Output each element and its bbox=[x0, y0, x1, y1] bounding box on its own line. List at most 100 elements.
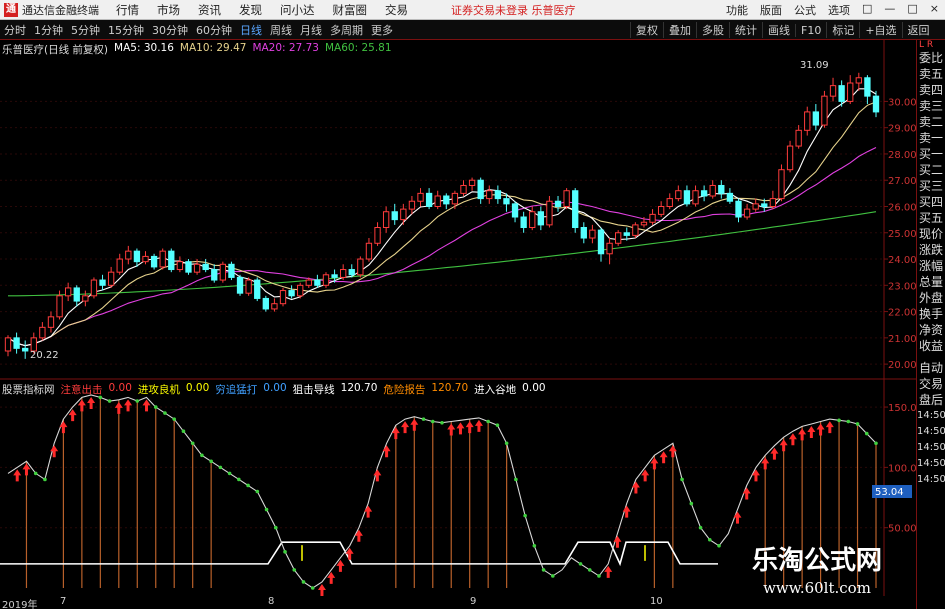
candle-body bbox=[855, 77, 862, 84]
tool-multi-stock[interactable]: 多股 bbox=[696, 22, 729, 38]
panel-toggle[interactable]: L R bbox=[919, 40, 933, 50]
attack-arrow bbox=[779, 439, 788, 452]
candle-body bbox=[864, 77, 871, 97]
sp-buy5[interactable]: 买五 bbox=[917, 210, 945, 226]
menu-market[interactable]: 行情 bbox=[107, 2, 148, 18]
tool-back[interactable]: 返回 bbox=[901, 22, 935, 38]
period-multi[interactable]: 多周期 bbox=[326, 22, 367, 38]
sp-change-pct[interactable]: 涨幅 bbox=[917, 258, 945, 274]
candle-body bbox=[838, 85, 845, 102]
tool-stats[interactable]: 统计 bbox=[729, 22, 762, 38]
tool-f10[interactable]: F10 bbox=[795, 23, 826, 37]
sp-volume[interactable]: 总量 bbox=[917, 274, 945, 290]
sp-sell3[interactable]: 卖三 bbox=[917, 98, 945, 114]
candle-body bbox=[4, 337, 12, 352]
sp-earnings[interactable]: 收益 bbox=[917, 338, 945, 354]
tool-adjust[interactable]: 复权 bbox=[630, 22, 663, 38]
sp-sell1[interactable]: 卖一 bbox=[917, 130, 945, 146]
attack-arrow bbox=[622, 505, 631, 518]
sp-sell2[interactable]: 卖二 bbox=[917, 114, 945, 130]
stock-title[interactable]: 乐普医疗(日线 前复权) bbox=[2, 42, 108, 56]
sp-buy2[interactable]: 买二 bbox=[917, 162, 945, 178]
period-30min[interactable]: 30分钟 bbox=[148, 22, 192, 38]
menu-options[interactable]: 选项 bbox=[822, 2, 856, 18]
sp-turnover[interactable]: 换手 bbox=[917, 306, 945, 322]
decline-dot bbox=[172, 417, 177, 421]
period-15min[interactable]: 15分钟 bbox=[104, 22, 148, 38]
period-1min[interactable]: 1分钟 bbox=[30, 22, 67, 38]
attack-arrow bbox=[87, 397, 96, 409]
sp-sell4[interactable]: 卖四 bbox=[917, 82, 945, 98]
maximize-icon[interactable]: □ bbox=[901, 2, 923, 18]
sp-sell5[interactable]: 卖五 bbox=[917, 66, 945, 82]
candle-body bbox=[778, 169, 785, 200]
sp-trade[interactable]: 交易 bbox=[917, 376, 945, 392]
candle-body bbox=[30, 337, 37, 352]
sp-after-hours[interactable]: 盘后 bbox=[917, 392, 945, 408]
price-tick-label: 24.00 bbox=[888, 255, 916, 266]
period-tick[interactable]: 分时 bbox=[0, 22, 30, 38]
restore-icon[interactable]: □ bbox=[856, 2, 878, 18]
candle-body bbox=[245, 279, 252, 294]
minimize-icon[interactable]: — bbox=[878, 2, 901, 18]
indicator-grid bbox=[0, 406, 884, 529]
login-notice[interactable]: 证券交易未登录 乐普医疗 bbox=[451, 2, 576, 18]
candle-body bbox=[125, 250, 132, 260]
candle-body bbox=[477, 179, 484, 200]
period-more[interactable]: 更多 bbox=[367, 22, 397, 38]
main-info-line: 乐普医疗(日线 前复权) MA5: 30.16 MA10: 29.47 MA20… bbox=[2, 42, 392, 56]
candle-body bbox=[804, 111, 811, 131]
close-icon[interactable]: × bbox=[924, 2, 945, 18]
candle-body bbox=[150, 255, 158, 268]
candle-body bbox=[580, 227, 587, 239]
candle-body bbox=[228, 263, 235, 278]
tool-add-favorite[interactable]: +自选 bbox=[859, 22, 901, 38]
tool-draw[interactable]: 画线 bbox=[762, 22, 795, 38]
candle-body bbox=[408, 200, 416, 210]
ind-label-sniper: 狙击导线 bbox=[292, 384, 335, 396]
period-weekly[interactable]: 周线 bbox=[266, 22, 296, 38]
decline-dot bbox=[597, 574, 601, 578]
decline-dot bbox=[107, 399, 112, 403]
sp-buy3[interactable]: 买三 bbox=[917, 178, 945, 194]
candle-body bbox=[546, 200, 553, 226]
menu-news[interactable]: 资讯 bbox=[189, 2, 230, 18]
sp-outer[interactable]: 外盘 bbox=[917, 290, 945, 306]
chart-canvas[interactable]: 30.00 29.00 28.00 27.00 26.00 25.00 24.00 23.00… bbox=[0, 40, 916, 596]
decline-dot bbox=[698, 525, 703, 530]
decline-dot bbox=[504, 441, 509, 446]
sp-weibi[interactable]: 委比 bbox=[917, 50, 945, 66]
attack-arrow bbox=[631, 481, 640, 494]
menu-ask[interactable]: 问小达 bbox=[271, 2, 324, 18]
period-60min[interactable]: 60分钟 bbox=[192, 22, 236, 38]
low-price-label: 20.22 bbox=[30, 350, 59, 361]
menu-function[interactable]: 功能 bbox=[720, 2, 754, 18]
decline-dot bbox=[292, 568, 297, 572]
sp-auto[interactable]: 自动 bbox=[917, 360, 945, 376]
period-daily[interactable]: 日线 bbox=[236, 22, 266, 38]
tool-mark[interactable]: 标记 bbox=[826, 22, 859, 38]
candle-body bbox=[520, 216, 527, 229]
price-axis: 30.00 29.00 28.00 27.00 26.00 25.00 24.00 23.00… bbox=[884, 97, 916, 371]
menu-discover[interactable]: 发现 bbox=[230, 2, 271, 18]
candle-body bbox=[657, 205, 665, 215]
sp-buy4[interactable]: 买四 bbox=[917, 194, 945, 210]
period-monthly[interactable]: 月线 bbox=[296, 22, 326, 38]
indicator-name[interactable]: 股票指标网 bbox=[2, 382, 55, 396]
menu-trade[interactable]: 交易 bbox=[376, 2, 417, 18]
menu-formula[interactable]: 公式 bbox=[788, 2, 822, 18]
sp-net-assets[interactable]: 净资 bbox=[917, 322, 945, 338]
period-5min[interactable]: 5分钟 bbox=[67, 22, 104, 38]
sp-change[interactable]: 涨跌 bbox=[917, 242, 945, 258]
menu-wealth[interactable]: 财富圈 bbox=[324, 2, 377, 18]
sp-price[interactable]: 现价 bbox=[917, 226, 945, 242]
decline-dot bbox=[514, 477, 518, 482]
attack-arrow bbox=[364, 505, 373, 518]
menu-market-list[interactable]: 市场 bbox=[148, 2, 189, 18]
sp-buy1[interactable]: 买一 bbox=[917, 146, 945, 162]
candle-body bbox=[718, 184, 725, 194]
menu-layout[interactable]: 版面 bbox=[754, 2, 788, 18]
candle-body bbox=[22, 347, 29, 352]
tool-overlay[interactable]: 叠加 bbox=[663, 22, 696, 38]
candle-body bbox=[357, 258, 364, 276]
